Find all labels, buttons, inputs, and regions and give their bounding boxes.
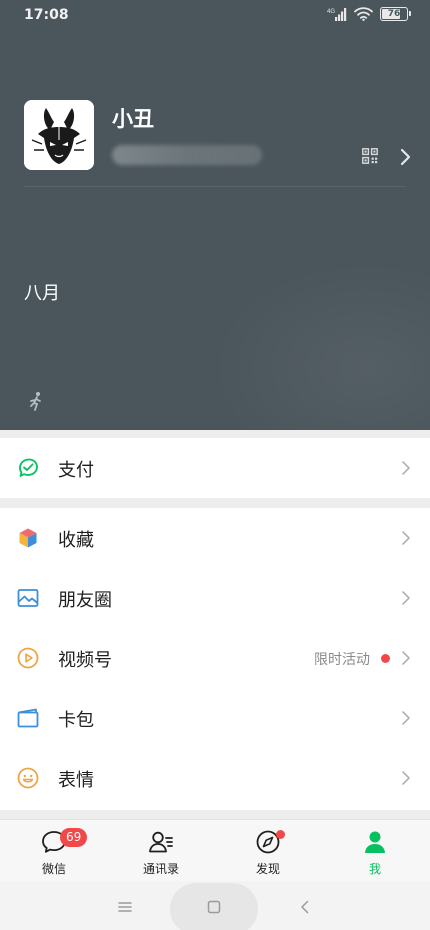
- profile-header: 17:08 4G 76 小丑 八月: [0, 0, 430, 430]
- runner-icon[interactable]: [28, 391, 44, 411]
- chevron-right-icon: [402, 531, 410, 545]
- tab-discover[interactable]: 发现: [214, 820, 322, 882]
- me-person-icon: [365, 831, 385, 853]
- tab-label: 发现: [255, 862, 280, 876]
- back-icon[interactable]: [298, 900, 312, 914]
- month-label: 八月: [24, 283, 60, 304]
- sticker-smiley-icon: [17, 767, 39, 789]
- channels-row[interactable]: 视频号 限时活动: [0, 628, 430, 688]
- stickers-label: 表情: [58, 770, 94, 791]
- chevron-right-icon: [402, 711, 410, 725]
- moments-label: 朋友圈: [58, 590, 112, 611]
- channels-play-icon: [17, 647, 39, 669]
- chevron-right-icon: [402, 771, 410, 785]
- chevron-right-icon[interactable]: [399, 148, 411, 166]
- cards-label: 卡包: [58, 710, 94, 731]
- cards-row[interactable]: 卡包: [0, 688, 430, 748]
- wechat-id-blurred: [112, 145, 262, 165]
- jester-avatar[interactable]: [24, 100, 94, 170]
- status-bar: 17:08 4G 76: [0, 0, 430, 32]
- stickers-row[interactable]: 表情: [0, 748, 430, 808]
- tab-chats[interactable]: 69 微信: [0, 820, 108, 882]
- favorites-row[interactable]: 收藏: [0, 508, 430, 568]
- pay-icon: [19, 458, 38, 477]
- pay-row[interactable]: 支付: [0, 438, 430, 498]
- limited-event-text: 限时活动: [314, 652, 370, 668]
- home-square-icon[interactable]: [207, 900, 221, 914]
- tab-label: 微信: [41, 862, 66, 876]
- bottom-tab-bar: 69 微信 通讯录 发现 我: [0, 819, 430, 881]
- favorites-label: 收藏: [58, 530, 94, 551]
- pay-label: 支付: [58, 460, 94, 481]
- tab-label: 通讯录: [142, 862, 179, 876]
- tab-contacts[interactable]: 通讯录: [107, 820, 215, 882]
- system-nav-bar: [0, 881, 430, 930]
- status-icons: 4G 76: [327, 7, 411, 21]
- cellular-signal-icon: 4G: [327, 8, 347, 21]
- header-divider: [24, 186, 406, 187]
- wifi-icon: [354, 7, 373, 21]
- chevron-right-icon: [402, 591, 410, 605]
- battery-level-text: 76: [387, 9, 401, 19]
- moments-image-icon: [17, 589, 39, 607]
- contacts-icon: [149, 831, 173, 853]
- header-background-texture: [210, 260, 430, 430]
- notification-dot: [381, 654, 390, 663]
- chevron-right-icon: [402, 461, 410, 475]
- channels-label: 视频号: [58, 650, 112, 671]
- profile-name: 小丑: [112, 107, 154, 131]
- tab-label: 我: [368, 862, 381, 876]
- chevron-right-icon: [402, 651, 410, 665]
- pay-section: 支付: [0, 438, 430, 498]
- svg-text:4G: 4G: [327, 9, 335, 15]
- battery-indicator: 76: [380, 7, 411, 21]
- unread-count-badge: 69: [60, 828, 88, 847]
- qr-code-icon[interactable]: [362, 148, 378, 164]
- notification-dot: [276, 830, 285, 839]
- main-menu-section: 收藏 朋友圈 视频号 限时活动 卡包 表情: [0, 508, 430, 810]
- card-wallet-icon: [17, 708, 39, 728]
- menu-icon[interactable]: [118, 900, 132, 914]
- moments-row[interactable]: 朋友圈: [0, 568, 430, 628]
- tab-me[interactable]: 我: [321, 820, 429, 882]
- status-time: 17:08: [24, 7, 69, 23]
- favorites-cube-icon: [19, 528, 37, 548]
